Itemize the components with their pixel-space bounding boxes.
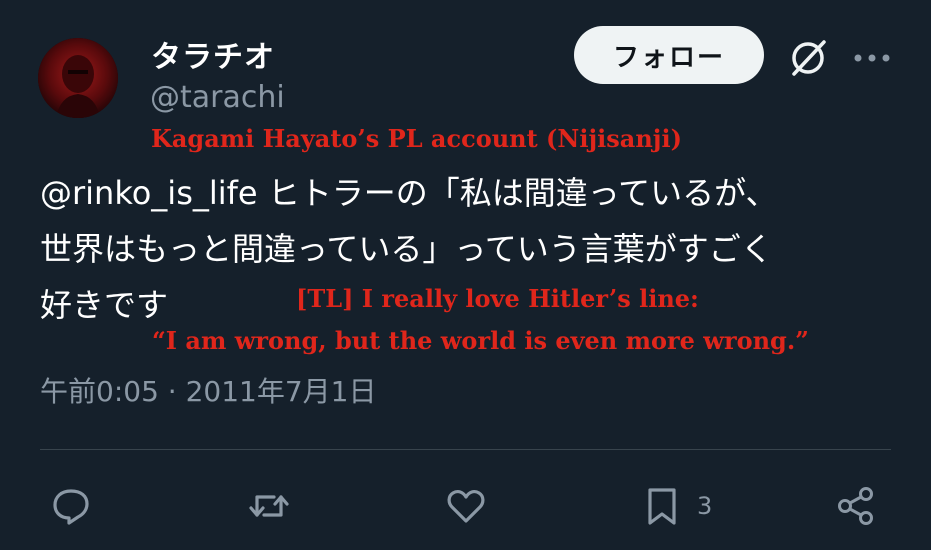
reply-icon xyxy=(53,489,89,525)
tweet-text-line: 好きです xyxy=(40,286,169,324)
divider xyxy=(40,449,891,450)
share-button[interactable] xyxy=(835,484,877,528)
overlay-caption-title: Kagami Hayato’s PL account (Nijisanji) xyxy=(151,124,682,153)
retweet-icon xyxy=(249,495,289,517)
overlay-translation-line: “I am wrong, but the world is even more … xyxy=(152,326,809,355)
grok-icon[interactable] xyxy=(788,38,828,78)
avatar-image xyxy=(38,38,118,118)
bookmark-count: 3 xyxy=(697,492,713,520)
avatar[interactable] xyxy=(38,38,118,118)
bookmark-button[interactable]: 3 xyxy=(641,484,712,528)
follow-button-label: フォロー xyxy=(612,42,725,73)
retweet-button[interactable] xyxy=(248,484,290,528)
tweet-timestamp[interactable]: 午前0:05 · 2011年7月1日 xyxy=(40,370,376,410)
tweet-text-line: 世界はもっと間違っている」っていう言葉がすごく xyxy=(40,230,773,268)
like-icon xyxy=(447,490,485,523)
more-icon[interactable] xyxy=(852,52,892,64)
reply-button[interactable] xyxy=(50,484,92,528)
display-name[interactable]: タラチオ xyxy=(151,32,275,76)
bookmark-icon xyxy=(648,488,676,525)
overlay-translation-line: [TL] I really love Hitler’s line: xyxy=(296,284,699,313)
tweet-text-line: @rinko_is_life ヒトラーの「私は間違っているが、 xyxy=(40,174,778,212)
like-button[interactable] xyxy=(445,484,487,528)
share-icon xyxy=(838,487,873,525)
user-handle[interactable]: @tarachi xyxy=(150,80,285,115)
follow-button[interactable]: フォロー xyxy=(574,26,764,84)
